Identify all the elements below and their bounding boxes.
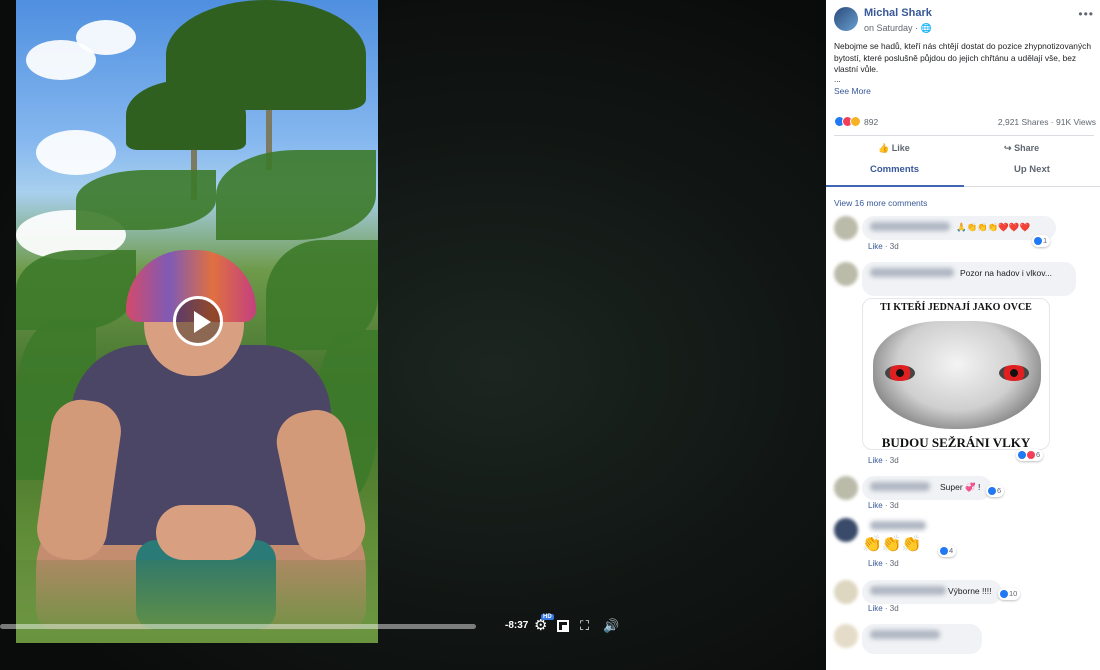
divider	[834, 135, 1094, 136]
comment-bubble	[862, 624, 982, 654]
comment-meta: Like · 3d	[868, 559, 899, 568]
shares-views[interactable]: 2,921 Shares · 91K Views	[998, 117, 1096, 127]
commenter-avatar[interactable]	[834, 476, 858, 500]
tab-comments[interactable]: Comments	[870, 164, 919, 175]
comment-like-link[interactable]: Like	[868, 559, 883, 568]
comment-meta: Like · 3d	[868, 604, 899, 613]
post-time[interactable]: on Saturday · 🌐	[864, 23, 932, 34]
text-ellipsis: ...	[834, 75, 841, 84]
image-caption-top: TI KTEŘÍ JEDNAJÍ JAKO OVCE	[880, 302, 1032, 313]
comment-text: Výborne !!!!	[948, 586, 992, 596]
commenter-name[interactable]	[870, 630, 940, 639]
commenter-name[interactable]	[870, 268, 954, 277]
video-viewer: -8:37 ⚙ HD ⛶ 🔊 Michal Shark on Saturday …	[0, 0, 1100, 670]
commenter-avatar[interactable]	[834, 262, 858, 286]
like-label: Like	[891, 143, 910, 153]
post-text: Nebojme se hadů, kteří nás chtějí dostat…	[834, 41, 1091, 75]
comment-meta: Like · 3d	[868, 242, 899, 251]
haha-reaction-icon[interactable]	[850, 116, 861, 127]
comment-bubble: Pozor na hadov i vlkov...	[862, 262, 1076, 296]
share-button[interactable]: ↪ Share	[1004, 143, 1039, 154]
share-arrow-icon: ↪	[1004, 143, 1012, 153]
volume-icon[interactable]: 🔊	[603, 618, 619, 634]
wolf-image	[873, 321, 1041, 429]
commenter-avatar[interactable]	[834, 518, 858, 542]
post-stats: 892 2,921 Shares · 91K Views	[834, 116, 1096, 130]
active-tab-indicator	[826, 185, 964, 187]
comment-bubble: Výborne !!!!	[862, 580, 1002, 604]
commenter-name[interactable]	[870, 521, 926, 530]
comment-like-link[interactable]: Like	[868, 604, 883, 613]
comment-reactions[interactable]: 10	[998, 588, 1021, 600]
commenter-avatar[interactable]	[834, 624, 858, 648]
progress-bar[interactable]	[0, 624, 476, 629]
video-player[interactable]: -8:37 ⚙ HD ⛶ 🔊	[0, 0, 826, 670]
comment-like-link[interactable]: Like	[868, 242, 883, 251]
settings-gear-icon[interactable]: ⚙	[534, 618, 547, 634]
post-panel: Michal Shark on Saturday · 🌐 ••• Nebojme…	[826, 0, 1100, 670]
time-remaining: -8:37	[505, 620, 529, 631]
comment-reactions[interactable]: 6	[1016, 449, 1044, 461]
view-more-comments-link[interactable]: View 16 more comments	[834, 198, 927, 208]
globe-icon: 🌐	[920, 23, 932, 33]
comment-text: Pozor na hadov i vlkov...	[960, 268, 1052, 278]
comment-text: Super 💞 !	[940, 482, 981, 492]
comment-text: 🙏👏👏👏❤️❤️❤️	[956, 222, 1031, 232]
popout-icon[interactable]	[557, 620, 569, 632]
comment-like-link[interactable]: Like	[868, 501, 883, 510]
thumbs-up-icon: 👍	[878, 143, 890, 153]
video-controls: -8:37 ⚙ HD ⛶ 🔊	[0, 612, 826, 642]
comment-meta: Like · 3d	[868, 456, 899, 465]
comment-reactions[interactable]: 4	[938, 545, 957, 557]
commenter-name[interactable]	[870, 222, 950, 231]
fullscreen-icon[interactable]: ⛶	[580, 618, 589, 634]
comment-meta: Like · 3d	[868, 501, 899, 510]
tab-up-next[interactable]: Up Next	[1014, 164, 1050, 175]
comment-text: 👏👏👏	[862, 536, 922, 553]
author-name[interactable]: Michal Shark	[864, 7, 932, 19]
comment-reactions[interactable]: 6	[986, 485, 1005, 497]
play-button[interactable]	[173, 296, 223, 346]
reaction-count[interactable]: 892	[864, 117, 878, 127]
commenter-name[interactable]	[870, 586, 946, 595]
more-options-icon[interactable]: •••	[1078, 7, 1094, 21]
hd-badge: HD	[541, 614, 554, 620]
comment-reactions[interactable]: 1	[1032, 235, 1051, 247]
share-label: Share	[1014, 143, 1040, 153]
commenter-name[interactable]	[870, 482, 930, 491]
see-more-link[interactable]: See More	[834, 86, 871, 96]
image-caption-bottom: BUDOU SEŽRÁNI VLKY	[881, 435, 1031, 450]
comment-bubble: 🙏👏👏👏❤️❤️❤️	[862, 216, 1056, 240]
commenter-avatar[interactable]	[834, 580, 858, 604]
like-button[interactable]: 👍 Like	[878, 143, 910, 154]
comment-image[interactable]: TI KTEŘÍ JEDNAJÍ JAKO OVCE BUDOU SEŽRÁNI…	[862, 298, 1050, 450]
author-avatar[interactable]	[834, 7, 858, 31]
post-header: Michal Shark on Saturday · 🌐 •••	[834, 7, 1094, 43]
comment-like-link[interactable]: Like	[868, 456, 883, 465]
comment-bubble: Super 💞 !	[862, 476, 992, 500]
commenter-avatar[interactable]	[834, 216, 858, 240]
